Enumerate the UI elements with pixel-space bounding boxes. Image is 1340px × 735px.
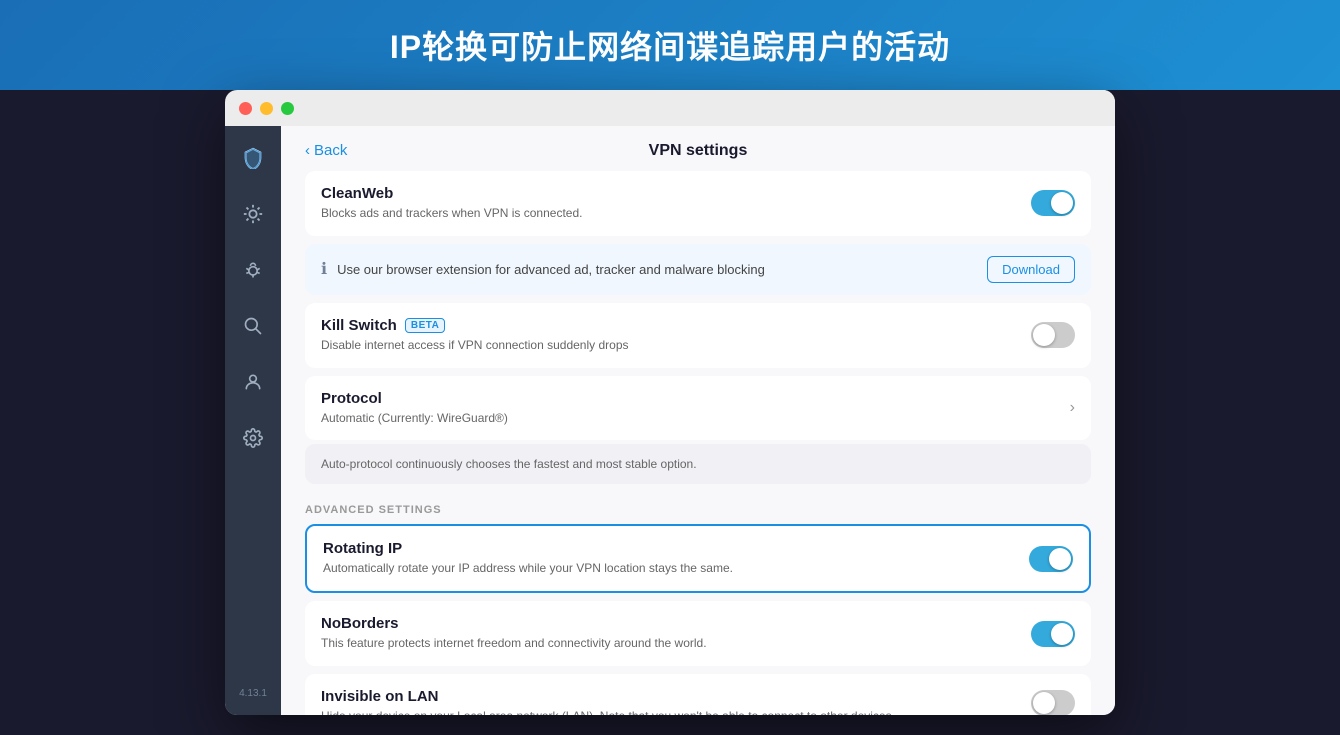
protocol-desc-box: Auto-protocol continuously chooses the f…: [305, 444, 1091, 484]
invisible-lan-setting: Invisible on LAN Hide your device on you…: [305, 674, 1091, 715]
kill-switch-text: Kill Switch BETA Disable internet access…: [321, 317, 1031, 354]
settings-list: CleanWeb Blocks ads and trackers when VP…: [281, 171, 1115, 715]
rotating-ip-desc: Automatically rotate your IP address whi…: [323, 560, 1029, 577]
noborders-desc: This feature protects internet freedom a…: [321, 635, 1031, 652]
top-banner: IP轮换可防止网络间谍追踪用户的活动: [0, 0, 1340, 90]
info-box-left: ℹ Use our browser extension for advanced…: [321, 259, 975, 279]
chevron-right-icon: ›: [1070, 399, 1075, 417]
back-label: Back: [314, 142, 347, 159]
sidebar-icon-bug[interactable]: [237, 254, 269, 286]
protocol-title: Protocol: [321, 390, 1070, 407]
info-circle-icon: ℹ: [321, 259, 327, 279]
toggle-knob: [1049, 548, 1071, 570]
cleanweb-toggle[interactable]: [1031, 190, 1075, 216]
info-box-text: Use our browser extension for advanced a…: [337, 262, 765, 277]
protocol-desc: Auto-protocol continuously chooses the f…: [321, 457, 697, 471]
maximize-button[interactable]: [281, 102, 294, 115]
page-title: VPN settings: [649, 142, 748, 160]
content-header: ‹ Back VPN settings: [281, 126, 1115, 171]
protocol-setting[interactable]: Protocol Automatic (Currently: WireGuard…: [305, 376, 1091, 441]
sidebar-icon-search[interactable]: [237, 310, 269, 342]
info-box: ℹ Use our browser extension for advanced…: [305, 244, 1091, 295]
app-window: 4.13.1 ‹ Back VPN settings CleanWeb Bloc…: [225, 90, 1115, 715]
cleanweb-text: CleanWeb Blocks ads and trackers when VP…: [321, 185, 1031, 222]
sidebar-icon-shield[interactable]: [237, 142, 269, 174]
invisible-lan-text: Invisible on LAN Hide your device on you…: [321, 688, 1019, 715]
noborders-toggle[interactable]: [1031, 621, 1075, 647]
protocol-text: Protocol Automatic (Currently: WireGuard…: [321, 390, 1070, 427]
beta-badge: BETA: [405, 318, 445, 333]
download-button[interactable]: Download: [987, 256, 1075, 283]
minimize-button[interactable]: [260, 102, 273, 115]
toggle-knob: [1033, 692, 1055, 714]
invisible-lan-title: Invisible on LAN: [321, 688, 1019, 705]
rotating-ip-text: Rotating IP Automatically rotate your IP…: [323, 540, 1029, 577]
toggle-knob: [1051, 623, 1073, 645]
back-button[interactable]: ‹ Back: [305, 142, 347, 159]
noborders-setting: NoBorders This feature protects internet…: [305, 601, 1091, 666]
title-bar: [225, 90, 1115, 126]
main-content: ‹ Back VPN settings CleanWeb Blocks ads …: [281, 90, 1115, 715]
toggle-knob: [1051, 192, 1073, 214]
back-chevron-icon: ‹: [305, 142, 310, 159]
cleanweb-setting: CleanWeb Blocks ads and trackers when VP…: [305, 171, 1091, 236]
noborders-title: NoBorders: [321, 615, 1031, 632]
rotating-ip-toggle[interactable]: [1029, 546, 1073, 572]
version-label: 4.13.1: [239, 688, 267, 699]
cleanweb-desc: Blocks ads and trackers when VPN is conn…: [321, 205, 1031, 222]
sidebar-icon-user[interactable]: [237, 366, 269, 398]
close-button[interactable]: [239, 102, 252, 115]
invisible-lan-toggle[interactable]: [1031, 690, 1075, 715]
kill-switch-toggle[interactable]: [1031, 322, 1075, 348]
invisible-lan-desc: Hide your device on your Local area netw…: [321, 708, 901, 715]
cleanweb-title: CleanWeb: [321, 185, 1031, 202]
noborders-text: NoBorders This feature protects internet…: [321, 615, 1031, 652]
advanced-section-header: ADVANCED SETTINGS: [305, 492, 1091, 524]
kill-switch-setting: Kill Switch BETA Disable internet access…: [305, 303, 1091, 368]
banner-text: IP轮换可防止网络间谍追踪用户的活动: [390, 29, 950, 65]
rotating-ip-setting: Rotating IP Automatically rotate your IP…: [305, 524, 1091, 593]
sidebar: 4.13.1: [225, 90, 281, 715]
rotating-ip-title: Rotating IP: [323, 540, 1029, 557]
protocol-subtitle: Automatic (Currently: WireGuard®): [321, 410, 1070, 427]
kill-switch-title: Kill Switch BETA: [321, 317, 1031, 334]
sidebar-icon-gear[interactable]: [237, 422, 269, 454]
kill-switch-desc: Disable internet access if VPN connectio…: [321, 337, 1031, 354]
sidebar-icon-sunburst[interactable]: [237, 198, 269, 230]
toggle-knob: [1033, 324, 1055, 346]
